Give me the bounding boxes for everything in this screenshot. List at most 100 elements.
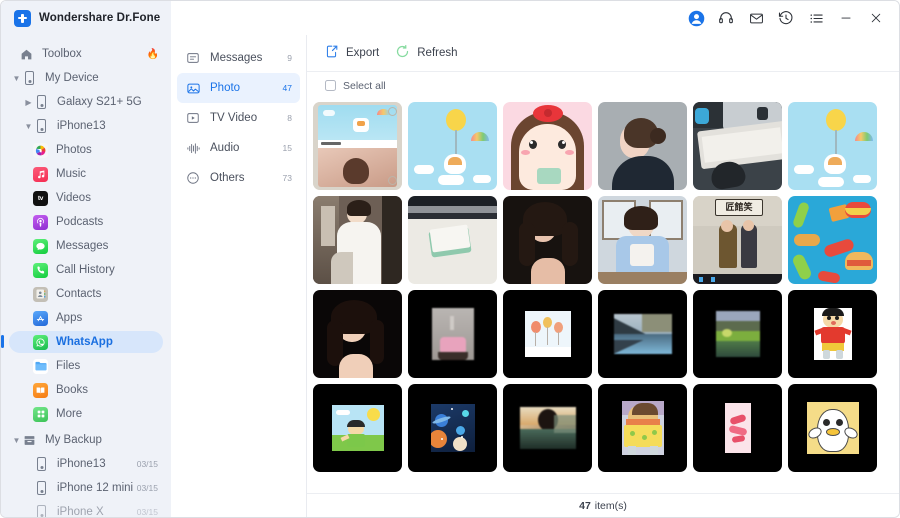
contacts-icon: [33, 286, 48, 302]
sidebar-item-books[interactable]: Books: [1, 378, 171, 402]
sidebar-label: Galaxy S21+ 5G: [57, 96, 142, 108]
thumbnail-food-pattern-illustration[interactable]: [788, 196, 877, 284]
account-icon[interactable]: [681, 3, 711, 33]
device-icon: [34, 95, 49, 110]
thumbnail-cartoon-girl-red-bow[interactable]: [503, 102, 592, 190]
brand-area: Wondershare Dr.Fone: [1, 1, 171, 35]
sidebar-label: Videos: [56, 192, 91, 204]
chevron-down-icon[interactable]: ▼: [11, 74, 22, 83]
sidebar-item-contacts[interactable]: Contacts: [1, 282, 171, 306]
sidebar-label: iPhone13: [57, 120, 106, 132]
export-icon: [324, 44, 339, 62]
device-icon: [34, 481, 49, 496]
backup-icon: [22, 433, 37, 448]
messages-icon: [33, 238, 48, 254]
category-item-audio[interactable]: Audio 15: [177, 133, 300, 163]
thumbnail-balloons-sky-illustration[interactable]: [503, 290, 592, 378]
category-label: TV Video: [210, 112, 258, 124]
thumbnail-cartoon-boy-grass-sun[interactable]: [313, 384, 402, 472]
sidebar-label: iPhone13: [57, 458, 106, 470]
sidebar-label: WhatsApp: [56, 336, 113, 348]
thumbnail-woman-white-dress-corridor[interactable]: [313, 196, 402, 284]
sidebar-label: Messages: [56, 240, 109, 252]
backup-date: 03/15: [136, 483, 158, 493]
thumbnail-cartoon-sandwich-character[interactable]: [598, 384, 687, 472]
thumbnail-cartoon-duck-yellow-bg[interactable]: [788, 384, 877, 472]
sidebar-item-iphone13[interactable]: ▼ iPhone13: [1, 114, 171, 138]
sidebar-label: Files: [56, 360, 81, 372]
device-icon: [34, 119, 49, 134]
sidebar-item-backup-iphone13[interactable]: iPhone13 03/15: [1, 452, 171, 476]
chevron-right-icon[interactable]: ▶: [23, 98, 34, 107]
photos-icon: [33, 142, 48, 158]
menu-list-icon[interactable]: [801, 3, 831, 33]
sidebar-item-whatsapp[interactable]: WhatsApp: [1, 330, 171, 354]
category-item-others[interactable]: Others 73: [177, 163, 300, 193]
sidebar-label: Contacts: [56, 288, 102, 300]
category-item-tv-video[interactable]: TV Video 8: [177, 103, 300, 133]
sidebar-item-more[interactable]: More: [1, 402, 171, 426]
sidebar-item-apps[interactable]: Apps: [1, 306, 171, 330]
chevron-down-icon[interactable]: ▼: [11, 436, 22, 445]
main-body: Toolbox 🔥 ▼ My Device ▶ Galaxy S21+ 5G ▼…: [1, 35, 899, 517]
thumbnail-corgi-balloon-illustration[interactable]: [408, 102, 497, 190]
category-label: Audio: [210, 142, 240, 154]
sidebar-item-my-backup[interactable]: ▼ My Backup: [1, 428, 171, 452]
home-icon: [19, 47, 34, 62]
thumbnail-notebook-on-desk-photo[interactable]: [408, 196, 497, 284]
refresh-button[interactable]: Refresh: [395, 44, 458, 62]
chevron-down-icon[interactable]: ▼: [23, 122, 34, 131]
thumbnail-woman-dark-portrait[interactable]: [503, 196, 592, 284]
thumbnail-woman-dark-portrait-2[interactable]: [313, 290, 402, 378]
thumbnail-space-planets-illustration[interactable]: [408, 384, 497, 472]
support-headset-icon[interactable]: [711, 3, 741, 33]
sidebar-item-photos[interactable]: Photos: [1, 138, 171, 162]
sidebar-item-files[interactable]: Files: [1, 354, 171, 378]
export-button[interactable]: Export: [324, 44, 379, 62]
sidebar-label: Toolbox: [42, 48, 82, 60]
item-unit: item(s): [594, 499, 627, 512]
title-bar: Wondershare Dr.Fone: [1, 1, 899, 35]
thumbnail-pink-candy-illustration[interactable]: [693, 384, 782, 472]
thumbnail-chat-screenshot-corgi[interactable]: [313, 102, 402, 190]
thumbnail-tv-drama-poster[interactable]: 匠館笑: [693, 196, 782, 284]
export-label: Export: [346, 47, 380, 59]
sidebar-item-my-device[interactable]: ▼ My Device: [1, 66, 171, 90]
thumbnail-woman-blue-top-window[interactable]: [598, 196, 687, 284]
select-all-row[interactable]: Select all: [307, 72, 899, 99]
photo-grid-wrapper[interactable]: 匠館笑: [307, 99, 899, 493]
category-item-photo[interactable]: Photo 47: [177, 73, 300, 103]
history-icon[interactable]: [771, 3, 801, 33]
refresh-label: Refresh: [417, 47, 458, 59]
select-all-checkbox[interactable]: [325, 80, 336, 91]
sidebar-item-backup-iphone12mini[interactable]: iPhone 12 mini 03/15: [1, 476, 171, 500]
category-item-messages[interactable]: Messages 9: [177, 43, 300, 73]
category-count: 15: [282, 143, 292, 153]
sidebar-label: Photos: [56, 144, 92, 156]
close-button[interactable]: [861, 3, 891, 33]
thumbnail-pink-cake-photo[interactable]: [408, 290, 497, 378]
sidebar-item-galaxy-s21[interactable]: ▶ Galaxy S21+ 5G: [1, 90, 171, 114]
mail-icon[interactable]: [741, 3, 771, 33]
minimize-button[interactable]: [831, 3, 861, 33]
sidebar-label: iPhone X: [57, 506, 104, 517]
sidebar-item-backup-iphonex[interactable]: iPhone X 03/15: [1, 500, 171, 517]
sidebar-item-videos[interactable]: tv Videos: [1, 186, 171, 210]
sidebar-label: Books: [56, 384, 88, 396]
sidebar-item-toolbox[interactable]: Toolbox 🔥: [1, 42, 171, 66]
sidebar-item-messages[interactable]: Messages: [1, 234, 171, 258]
thumbnail-sunset-landscape-photo[interactable]: [503, 384, 592, 472]
sidebar-item-call-history[interactable]: Call History: [1, 258, 171, 282]
thumbnail-woman-profile-gray-wall[interactable]: [598, 102, 687, 190]
sidebar-item-podcasts[interactable]: Podcasts: [1, 210, 171, 234]
sidebar-item-music[interactable]: Music: [1, 162, 171, 186]
content-panel: Export Refresh Select all 匠館笑 47 item(s): [307, 35, 899, 517]
thumbnail-corgi-balloon-illustration-2[interactable]: [788, 102, 877, 190]
thumbnail-desk-keyboard-mouse-photo[interactable]: [693, 102, 782, 190]
audio-wave-icon: [185, 140, 201, 156]
thumbnail-green-mountain-lake-photo[interactable]: [693, 290, 782, 378]
photo-grid: 匠館笑: [313, 99, 899, 472]
category-count: 73: [282, 173, 292, 183]
thumbnail-cartoon-boy-red-shirt[interactable]: [788, 290, 877, 378]
thumbnail-lake-reflection-photo[interactable]: [598, 290, 687, 378]
